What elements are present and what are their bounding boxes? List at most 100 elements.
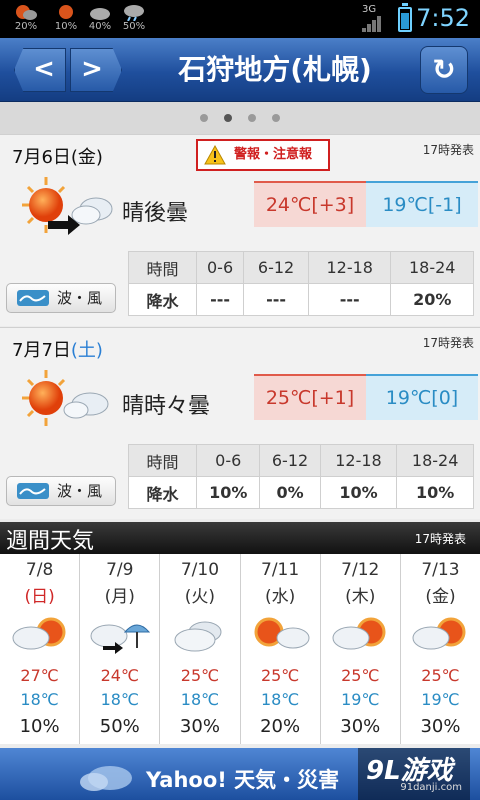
weekly-day-column[interactable]: 7/13 (金) 25℃ 19℃ 30% (401, 554, 480, 744)
weekly-issued-time: 17時発表 (414, 532, 466, 546)
weekly-high: 25℃ (341, 666, 380, 685)
weekly-high: 25℃ (260, 666, 300, 685)
wave-wind-button[interactable]: 波・風 (6, 283, 116, 313)
time-slot: 0-6 (195, 251, 245, 284)
weekly-day-column[interactable]: 7/12 (木) 25℃ 19℃ 30% (321, 554, 401, 744)
wave-wind-button[interactable]: 波・風 (6, 476, 116, 506)
day-forecast-card: 7月6日(金) 警報・注意報 17時発表 晴後曇 24℃[+3] 19℃[-1]… (0, 134, 480, 326)
notification-rain-icon: 50% (114, 3, 154, 32)
page-indicator[interactable] (0, 102, 480, 134)
time-slot: 12-18 (319, 444, 398, 477)
cloud-icon (174, 621, 222, 652)
precip-value: 10% (195, 476, 261, 509)
weekly-low: 18℃ (100, 690, 139, 709)
status-bar: 20% 10% 40% 50% 3G 7:52 (0, 0, 480, 38)
watermark-site: 91danji.com (400, 782, 462, 793)
refresh-button[interactable]: ↻ (420, 46, 468, 94)
page-title: 石狩地方(札幌) (178, 53, 372, 86)
precip-label: 降水 (128, 283, 197, 316)
app-header: < > 石狩地方(札幌) ↻ (0, 38, 480, 102)
weekly-precip: 30% (340, 716, 381, 737)
time-slot: 6-12 (259, 444, 321, 477)
time-slot: 18-24 (390, 251, 474, 284)
precip-value: --- (243, 283, 309, 316)
weather-text: 晴後曇 (122, 201, 189, 226)
precipitation-table: 時間 0-6 6-12 12-18 18-24 降水 10% 0% 10% 10… (128, 444, 474, 509)
low-temperature: 19℃[-1] (366, 181, 478, 227)
weekly-date: 7/9 (106, 560, 134, 580)
precipitation-table: 時間 0-6 6-12 12-18 18-24 降水 --- --- --- 2… (128, 251, 474, 316)
time-slot: 0-6 (195, 444, 261, 477)
weekly-date: 7/11 (261, 560, 300, 580)
weekly-precip: 20% (260, 716, 301, 737)
weekday-text: (金) (70, 147, 103, 168)
refresh-icon: ↻ (432, 53, 456, 86)
next-region-button[interactable]: > (70, 48, 122, 92)
issued-time: 17時発表 (422, 143, 474, 157)
page-dot[interactable] (248, 114, 256, 122)
weekday-text: (土) (70, 340, 103, 361)
weekly-low: 18℃ (180, 690, 220, 709)
weekly-high: 25℃ (421, 666, 460, 685)
weekly-forecast: 7/8 (日) 27℃ 18℃ 10% 7/9 (月) 24℃ 18℃ 50% … (0, 554, 480, 744)
precip-value: 20% (390, 283, 474, 316)
network-type: 3G (362, 4, 377, 15)
precip-value: --- (307, 283, 392, 316)
weekly-date: 7/8 (25, 560, 54, 580)
date-text: 7月7日 (12, 340, 71, 361)
page-dot-active[interactable] (224, 114, 232, 122)
weekly-low: 18℃ (260, 690, 300, 709)
time-label: 時間 (128, 251, 197, 284)
weekly-high: 25℃ (180, 666, 220, 685)
weekly-low: 18℃ (20, 690, 59, 709)
weekly-low: 19℃ (421, 690, 460, 709)
page-dot[interactable] (272, 114, 280, 122)
weather-text: 晴時々曇 (122, 394, 211, 419)
wave-wind-label: 波・風 (57, 482, 103, 500)
cloud-then-rain-icon (90, 624, 150, 654)
chevron-right-icon: > (81, 54, 103, 84)
precip-value: 0% (259, 476, 321, 509)
low-temperature: 19℃[0] (366, 374, 478, 420)
warning-button[interactable]: 警報・注意報 (196, 139, 330, 171)
precip-value: 10% (319, 476, 398, 509)
precipitation-value-row: 降水 10% 0% 10% 10% (128, 476, 474, 509)
weekly-precip: 30% (179, 716, 220, 737)
date-text: 7月6日 (12, 147, 71, 168)
previous-region-button[interactable]: < (14, 48, 66, 92)
issued-time: 17時発表 (422, 336, 474, 350)
footer-text: Yahoo! 天気・災害 (146, 768, 340, 792)
battery-icon (398, 3, 412, 32)
precip-value: 10% (396, 476, 474, 509)
precipitation-header-row: 時間 0-6 6-12 12-18 18-24 (128, 444, 474, 477)
notification-label: 50% (122, 21, 146, 32)
weekly-day-column[interactable]: 7/10 (火) 25℃ 18℃ 30% (160, 554, 241, 744)
time-slot: 12-18 (307, 251, 392, 284)
notification-sun-cloud-icon: 20% (6, 3, 46, 32)
cloud-sun-icon (12, 617, 66, 650)
weekly-day-column[interactable]: 7/9 (月) 24℃ 18℃ 50% (80, 554, 161, 744)
weekly-precip: 10% (19, 716, 60, 737)
weekly-date: 7/10 (180, 560, 220, 580)
weekly-day-column[interactable]: 7/11 (水) 25℃ 18℃ 20% (241, 554, 321, 744)
weekly-high: 24℃ (100, 666, 139, 685)
precip-label: 降水 (128, 476, 197, 509)
notification-label: 20% (14, 21, 38, 32)
weekly-weekday: (日) (24, 587, 55, 607)
sun-then-cloud-icon (22, 177, 113, 235)
warning-icon (204, 145, 226, 165)
chevron-left-icon: < (33, 54, 55, 84)
time-label: 時間 (128, 444, 197, 477)
weekly-low: 19℃ (341, 690, 380, 709)
cloud-icon (80, 766, 132, 791)
weekly-weekday: (水) (264, 587, 296, 607)
sun-cloud-icon (254, 617, 310, 649)
cloud-sun-icon (332, 617, 386, 650)
warning-label: 警報・注意報 (234, 147, 313, 162)
weekly-day-column[interactable]: 7/8 (日) 27℃ 18℃ 10% (0, 554, 81, 744)
weekly-precip: 50% (99, 716, 140, 737)
weekly-precip: 30% (420, 716, 461, 737)
cloud-sun-icon (412, 617, 466, 650)
page-dot[interactable] (200, 114, 208, 122)
weekly-date: 7/13 (421, 560, 460, 580)
